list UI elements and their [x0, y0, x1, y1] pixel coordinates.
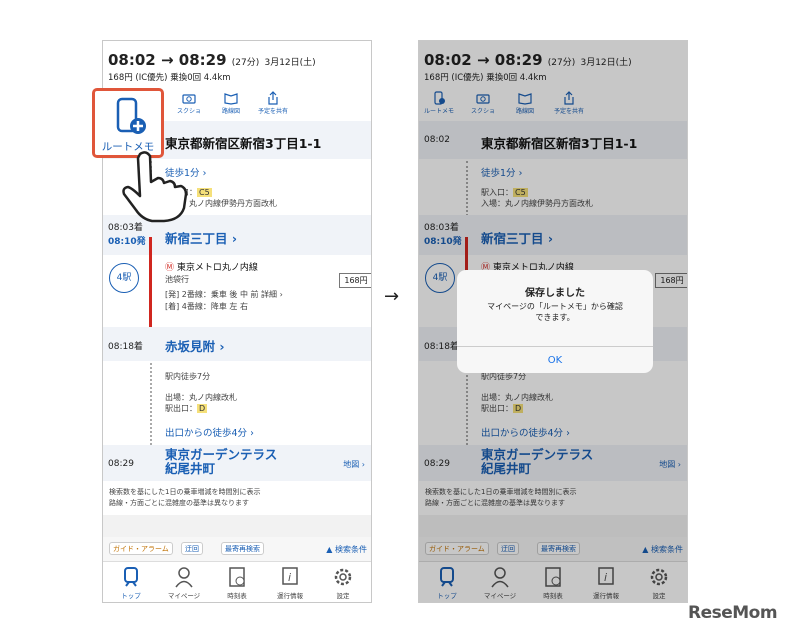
congestion-note: 検索数を基にした1日の乗車増減を時間別に表示 路線・方面ごとに混雑度の基準は異な… [103, 481, 371, 515]
destination-link[interactable]: 東京ガーデンテラス 紀尾井町 [165, 448, 277, 476]
share-plan-button[interactable]: 予定を共有 [255, 91, 291, 115]
note-line-1: 検索数を基にした1日の乗車増減を時間別に表示 [109, 488, 261, 496]
boarding-info[interactable]: [発] 2番線：乗車 後 中 前 詳細 › [165, 289, 283, 300]
tab-bar: トップ マイページ 時刻表 i 運行情報 設定 [103, 561, 371, 602]
guide-alarm-button[interactable]: ガイド・アラーム [109, 542, 173, 555]
metro-line-bar [149, 237, 152, 341]
pointing-hand-icon [122, 151, 188, 223]
note-line-2: 路線・方面ごとに混雑度の基準は異なります [109, 499, 249, 507]
phone-plus-icon [116, 97, 146, 134]
fare-label: 168円 [339, 273, 371, 288]
walk-link-2[interactable]: 出口からの徒歩4分 › [165, 425, 254, 439]
info-icon: i [282, 567, 298, 585]
person-icon [175, 567, 193, 588]
map-link[interactable]: 地図 › [343, 459, 365, 470]
timetable-icon [229, 567, 245, 587]
destination-row: 08:29 東京ガーデンテラス 紀尾井町 地図 › [103, 445, 371, 481]
tab-timetable[interactable]: 時刻表 [212, 566, 262, 600]
svg-text:i: i [288, 571, 291, 584]
share-icon [268, 91, 278, 105]
tab-service-info[interactable]: i 運行情報 [265, 566, 315, 600]
screenshot-button[interactable]: スクショ [171, 91, 207, 115]
gear-icon [334, 568, 352, 586]
search-conditions-button[interactable]: ▲ 検索条件 [326, 544, 367, 555]
nearest-search-button[interactable]: 最寄再検索 [221, 542, 264, 555]
action-row: ガイド・アラーム 迂回 最寄再検索 ▲ 検索条件 [103, 537, 371, 561]
stations-count-badge[interactable]: 4駅 [109, 263, 139, 293]
dialog-ok-button[interactable]: OK [457, 346, 653, 373]
fare-summary: 168円 (IC優先) 乗換0回 4.4km [108, 73, 231, 83]
tab-settings[interactable]: 設定 [318, 566, 368, 600]
station-link-1[interactable]: 新宿三丁目 › [165, 228, 237, 247]
camera-icon [182, 94, 196, 104]
line-direction: 池袋行 [165, 275, 189, 284]
station-link-2[interactable]: 赤坂見附 › [165, 336, 225, 355]
pull-handle[interactable] [103, 515, 371, 537]
tab-top[interactable]: トップ [106, 566, 156, 600]
resemom-logo: ReseMom [688, 603, 778, 623]
dialog-title: 保存しました [525, 288, 585, 299]
map-book-icon [224, 93, 238, 105]
arrival-time-2: 08:18着 [108, 342, 143, 352]
exit-info: 駅出口： D [165, 404, 208, 413]
line-name: Ⓜ 東京メトロ丸ノ内線 [165, 263, 258, 273]
walk-dots-2 [150, 363, 152, 453]
time-range: 08:02 → 08:29 (27分) 3月12日(土) [108, 51, 316, 69]
end-time: 08:29 [108, 459, 134, 469]
dialog-message: マイページの「ルートメモ」から確認 できます。 [487, 302, 623, 322]
exit-gate: 出場：丸ノ内線改札 [165, 393, 237, 402]
saved-dialog: 保存しました マイページの「ルートメモ」から確認 できます。 OK [457, 270, 653, 373]
alighting-info: [着] 4番線：降車 左 右 [165, 302, 248, 311]
phone-screen-after: 08:02 → 08:29 (27分) 3月12日(土) 168円 (IC優先)… [418, 40, 688, 603]
route-map-button[interactable]: 路線図 [213, 91, 249, 115]
detour-button[interactable]: 迂回 [181, 542, 203, 555]
tab-mypage[interactable]: マイページ [159, 566, 209, 600]
station-row-2: 08:18着 赤坂見附 › [103, 327, 371, 361]
train-icon [124, 567, 138, 587]
departure-time-1: 08:10発 [108, 237, 146, 247]
transfer-walk: 駅内徒歩7分 [165, 372, 211, 381]
transition-arrow: → [384, 286, 400, 307]
